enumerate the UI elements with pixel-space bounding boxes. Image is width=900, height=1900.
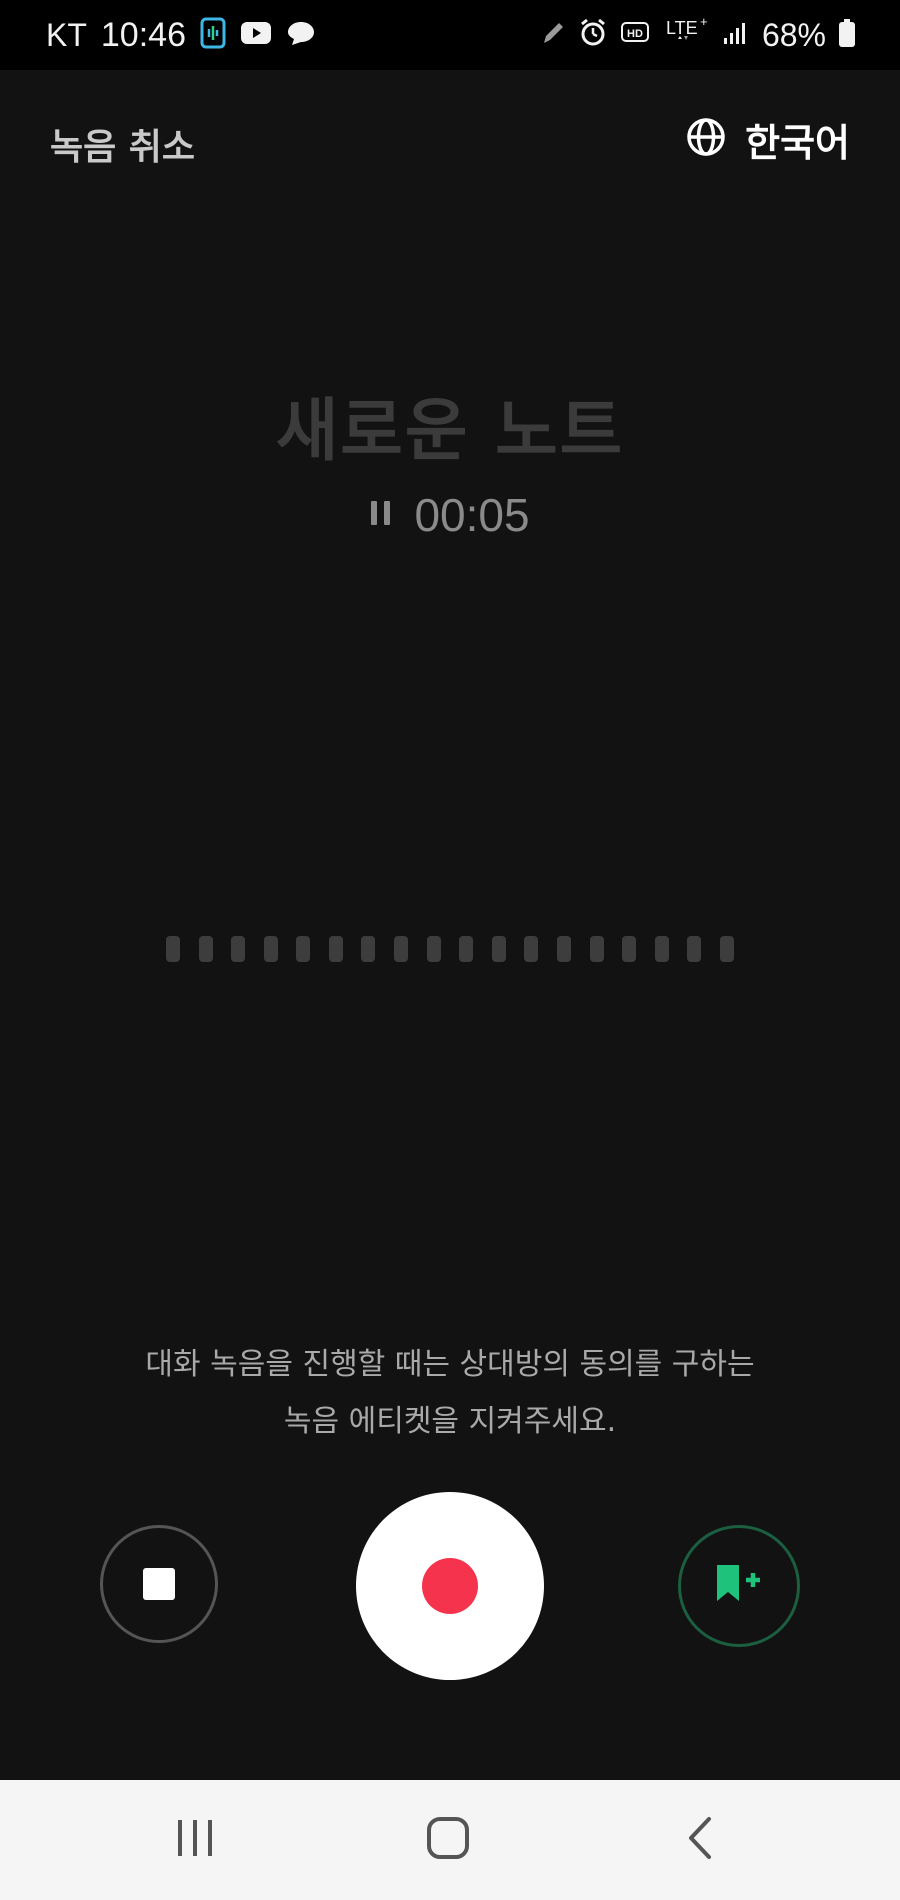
lte-plus-icon: LTE + (664, 14, 710, 54)
waveform-bar (491, 936, 506, 962)
status-time: 10:46 (100, 15, 186, 54)
waveform-bar (328, 936, 343, 962)
pen-icon (540, 19, 566, 51)
recording-timer-row: 00:05 (0, 488, 900, 542)
svg-text:LTE: LTE (666, 18, 698, 38)
language-selector-button[interactable]: 한국어 (685, 110, 850, 168)
waveform-bar (719, 936, 734, 962)
waveform-bar (263, 936, 278, 962)
waveform-bar (556, 936, 571, 962)
waveform-bar (459, 936, 474, 962)
svg-text:+: + (700, 16, 708, 29)
home-button[interactable] (368, 1780, 528, 1900)
globe-icon (685, 116, 727, 162)
notice-line-1: 대화 녹음을 진행할 때는 상대방의 동의를 구하는 (145, 1347, 755, 1382)
hd-icon: HD (620, 20, 652, 50)
waveform-bar (231, 936, 246, 962)
waveform-bar (394, 936, 409, 962)
stop-icon (143, 1568, 175, 1600)
youtube-icon (240, 21, 272, 49)
voice-recorder-app-icon (200, 17, 226, 53)
waveform-bar (166, 936, 180, 962)
waveform-bar (654, 936, 669, 962)
carrier-label: KT (46, 16, 87, 53)
alarm-icon (578, 18, 608, 52)
record-button[interactable] (356, 1492, 544, 1680)
stop-button[interactable] (100, 1525, 218, 1643)
recording-controls (0, 1490, 900, 1680)
chat-bubble-icon (286, 19, 316, 51)
record-icon (422, 1558, 478, 1614)
back-icon (685, 1816, 715, 1864)
elapsed-time: 00:05 (414, 489, 530, 541)
note-title: 새로운 노트 (275, 392, 625, 471)
add-bookmark-button[interactable] (678, 1525, 800, 1647)
battery-percent: 68% (761, 16, 826, 53)
system-navigation-bar (0, 1780, 900, 1900)
waveform-bar (361, 936, 376, 962)
waveform-bar (524, 936, 539, 962)
waveform-bar (687, 936, 702, 962)
back-button[interactable] (620, 1780, 780, 1900)
pause-icon (370, 498, 392, 532)
audio-waveform (166, 936, 734, 962)
language-label: 한국어 (745, 120, 850, 165)
recording-etiquette-notice: 대화 녹음을 진행할 때는 상대방의 동의를 구하는 녹음 에티켓을 지켜주세요… (0, 1336, 900, 1450)
recent-apps-icon (175, 1818, 215, 1862)
recording-header: 녹음 취소 한국어 (0, 70, 900, 210)
waveform-bar (198, 936, 213, 962)
bookmark-add-icon (709, 1559, 769, 1613)
waveform-bar (296, 936, 311, 962)
svg-text:HD: HD (627, 28, 643, 40)
home-icon (426, 1816, 470, 1864)
signal-icon (722, 20, 750, 50)
notice-line-2: 녹음 에티켓을 지켜주세요. (283, 1404, 617, 1439)
battery-icon (838, 18, 856, 52)
waveform-bar (426, 936, 441, 962)
recent-apps-button[interactable] (115, 1780, 275, 1900)
waveform-bar (622, 936, 637, 962)
waveform-bar (589, 936, 604, 962)
status-bar: KT 10:46 HD LTE + 68% (0, 0, 900, 70)
cancel-recording-button[interactable]: 녹음 취소 (50, 118, 195, 170)
